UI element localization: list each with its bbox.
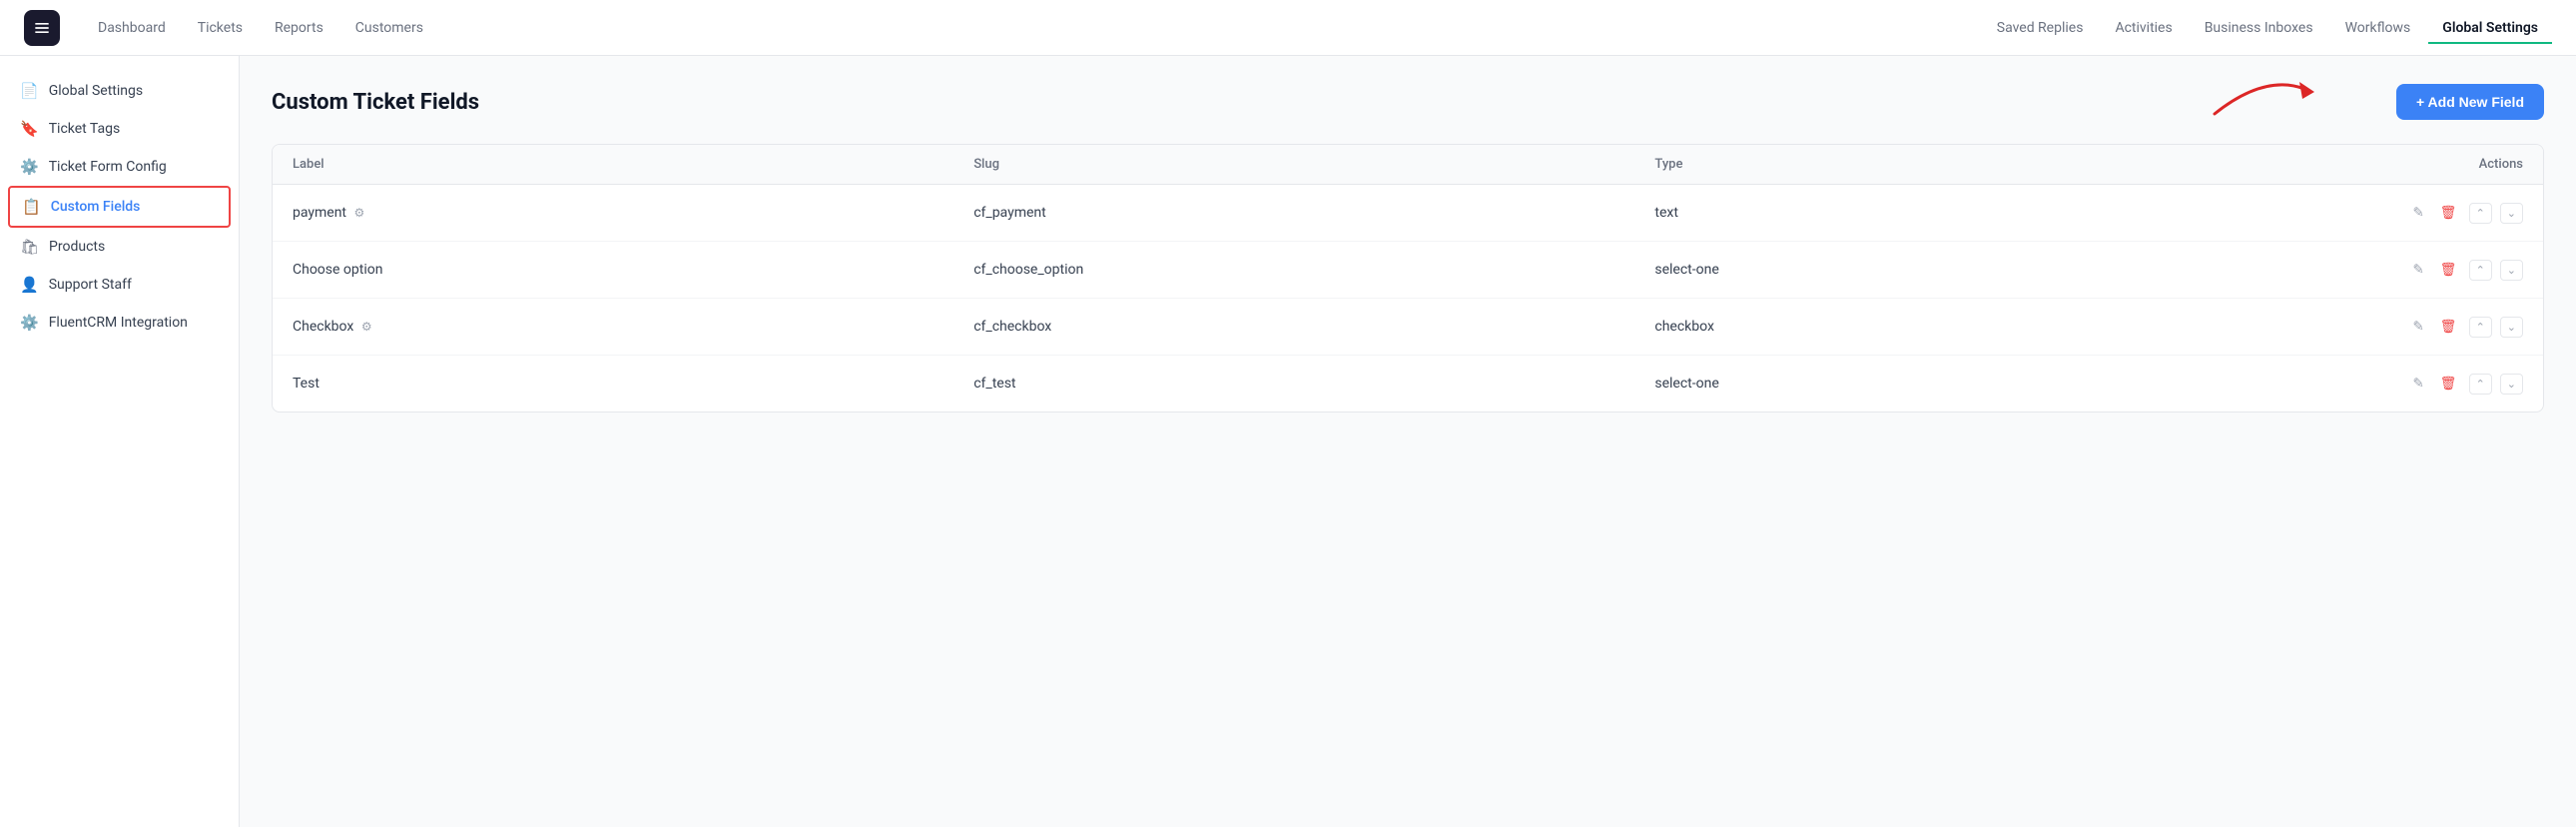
table-row: payment ⚙ cf_payment text ✎ 🗑 ⌃ ⌄	[273, 185, 2543, 242]
tag-icon: 🔖	[20, 120, 39, 138]
add-new-field-button[interactable]: + Add New Field	[2396, 84, 2544, 120]
nav-saved-replies[interactable]: Saved Replies	[1983, 12, 2098, 44]
row-type: select-one	[1634, 356, 2203, 413]
row-label: Choose option	[273, 242, 954, 299]
sidebar-label: FluentCRM Integration	[49, 315, 188, 331]
sidebar-label: Global Settings	[49, 83, 143, 99]
sidebar-label: Ticket Form Config	[49, 159, 167, 175]
sidebar-item-fluentcrm[interactable]: ⚙️ FluentCRM Integration	[0, 304, 239, 342]
sidebar-item-products[interactable]: 🛍 Products	[0, 228, 239, 266]
sidebar-label: Ticket Tags	[49, 121, 121, 137]
page-title: Custom Ticket Fields	[272, 90, 479, 115]
add-button-container: + Add New Field	[2396, 84, 2544, 120]
delete-button[interactable]: 🗑	[2436, 315, 2461, 339]
sort-down-button[interactable]: ⌄	[2500, 374, 2523, 395]
app-logo[interactable]	[24, 10, 60, 46]
nav-right-items: Saved Replies Activities Business Inboxe…	[1983, 12, 2552, 44]
sidebar-item-support-staff[interactable]: 👤 Support Staff	[0, 266, 239, 304]
delete-button[interactable]: 🗑	[2436, 258, 2461, 282]
sort-up-button[interactable]: ⌃	[2469, 260, 2492, 281]
col-header-type: Type	[1634, 145, 2203, 185]
edit-button[interactable]: ✎	[2408, 201, 2427, 225]
row-actions: ✎ 🗑 ⌃ ⌄	[2203, 356, 2543, 413]
row-type: text	[1634, 185, 2203, 242]
table-header-row: Label Slug Type Actions	[273, 145, 2543, 185]
sort-down-button[interactable]: ⌄	[2500, 317, 2523, 338]
edit-button[interactable]: ✎	[2408, 315, 2427, 339]
sidebar: 📄 Global Settings 🔖 Ticket Tags ⚙️ Ticke…	[0, 56, 240, 827]
nav-dashboard[interactable]: Dashboard	[84, 12, 180, 44]
main-content: Custom Ticket Fields + Add New Field Lab…	[240, 56, 2576, 827]
row-label: Test	[273, 356, 954, 413]
nav-business-inboxes[interactable]: Business Inboxes	[2191, 12, 2327, 44]
row-slug: cf_test	[954, 356, 1634, 413]
sidebar-item-ticket-tags[interactable]: 🔖 Ticket Tags	[0, 110, 239, 148]
person-icon: 👤	[20, 276, 39, 294]
table-row: Choose option cf_choose_option select-on…	[273, 242, 2543, 299]
sidebar-item-global-settings[interactable]: 📄 Global Settings	[0, 72, 239, 110]
edit-button[interactable]: ✎	[2408, 258, 2427, 282]
sort-down-button[interactable]: ⌄	[2500, 203, 2523, 224]
col-header-slug: Slug	[954, 145, 1634, 185]
sidebar-item-ticket-form-config[interactable]: ⚙️ Ticket Form Config	[0, 148, 239, 186]
sort-down-button[interactable]: ⌄	[2500, 260, 2523, 281]
row-label: Checkbox ⚙	[273, 299, 954, 356]
sidebar-label: Products	[49, 239, 105, 255]
page-layout: 📄 Global Settings 🔖 Ticket Tags ⚙️ Ticke…	[0, 56, 2576, 827]
row-actions: ✎ 🗑 ⌃ ⌄	[2203, 299, 2543, 356]
row-type: select-one	[1634, 242, 2203, 299]
sort-up-button[interactable]: ⌃	[2469, 203, 2492, 224]
nav-tickets[interactable]: Tickets	[184, 12, 257, 44]
row-actions: ✎ 🗑 ⌃ ⌄	[2203, 242, 2543, 299]
row-slug: cf_payment	[954, 185, 1634, 242]
row-actions: ✎ 🗑 ⌃ ⌄	[2203, 185, 2543, 242]
fields-table: Label Slug Type Actions payment ⚙	[273, 145, 2543, 412]
row-slug: cf_checkbox	[954, 299, 1634, 356]
page-header: Custom Ticket Fields + Add New Field	[272, 84, 2544, 120]
shopping-icon: 🛍	[20, 238, 39, 256]
arrow-annotation	[2205, 64, 2324, 124]
nav-global-settings[interactable]: Global Settings	[2428, 12, 2552, 44]
row-type: checkbox	[1634, 299, 2203, 356]
row-slug: cf_choose_option	[954, 242, 1634, 299]
delete-button[interactable]: 🗑	[2436, 201, 2461, 225]
sort-up-button[interactable]: ⌃	[2469, 374, 2492, 395]
nav-customers[interactable]: Customers	[341, 12, 437, 44]
sort-up-button[interactable]: ⌃	[2469, 317, 2492, 338]
nav-workflows[interactable]: Workflows	[2331, 12, 2425, 44]
top-navigation: Dashboard Tickets Reports Customers Save…	[0, 0, 2576, 56]
sidebar-label: Custom Fields	[51, 199, 141, 215]
nav-left-items: Dashboard Tickets Reports Customers	[84, 12, 1983, 44]
copy-icon: ⚙	[354, 206, 365, 220]
sidebar-item-custom-fields[interactable]: 📋 Custom Fields	[8, 186, 231, 228]
nav-reports[interactable]: Reports	[261, 12, 337, 44]
table-row: Test cf_test select-one ✎ 🗑 ⌃ ⌄	[273, 356, 2543, 413]
edit-button[interactable]: ✎	[2408, 372, 2427, 396]
document-icon: 📄	[20, 82, 39, 100]
nav-activities[interactable]: Activities	[2101, 12, 2186, 44]
delete-button[interactable]: 🗑	[2436, 372, 2461, 396]
col-header-actions: Actions	[2203, 145, 2543, 185]
list-icon: 📋	[22, 198, 41, 216]
col-header-label: Label	[273, 145, 954, 185]
sidebar-label: Support Staff	[49, 277, 132, 293]
gear-icon: ⚙️	[20, 158, 39, 176]
copy-icon: ⚙	[361, 320, 372, 334]
fields-table-container: Label Slug Type Actions payment ⚙	[272, 144, 2544, 413]
row-label: payment ⚙	[273, 185, 954, 242]
table-row: Checkbox ⚙ cf_checkbox checkbox ✎ 🗑 ⌃	[273, 299, 2543, 356]
integration-icon: ⚙️	[20, 314, 39, 332]
